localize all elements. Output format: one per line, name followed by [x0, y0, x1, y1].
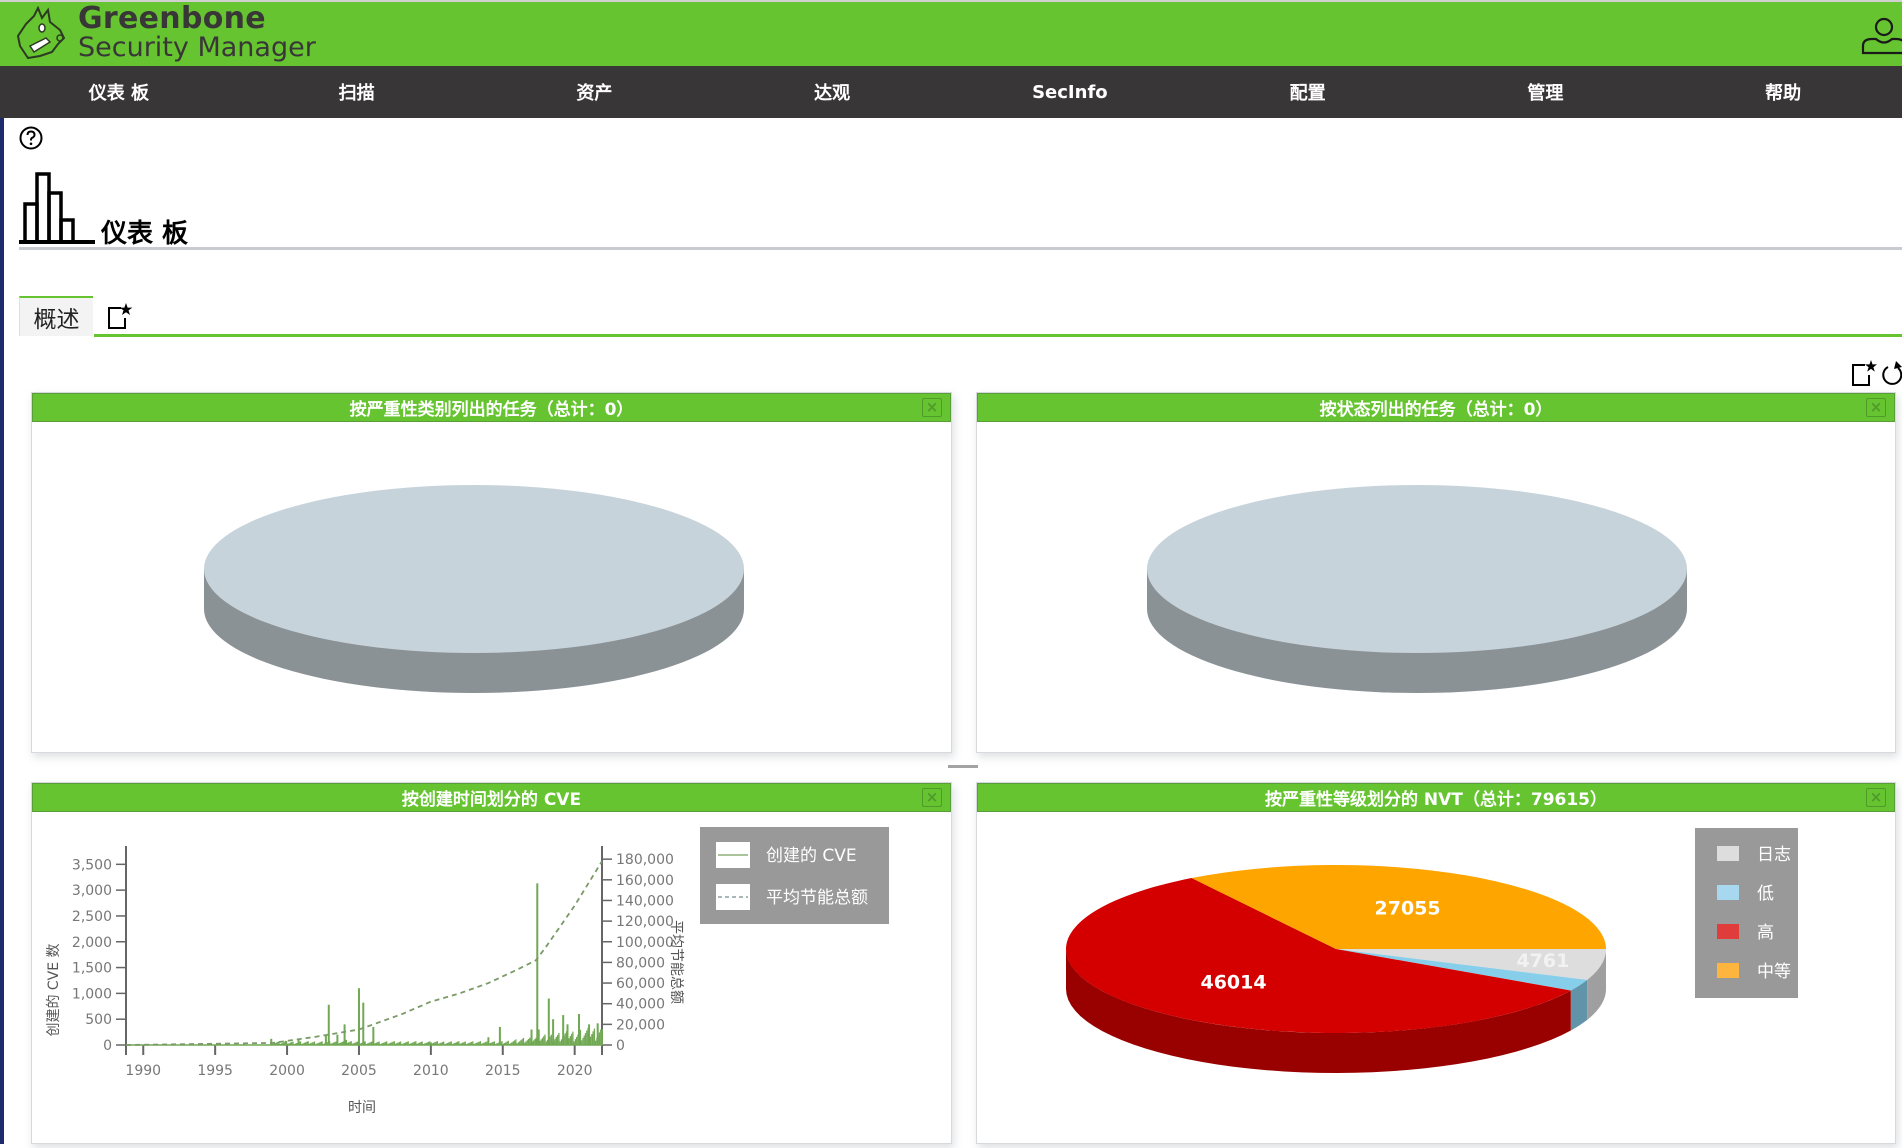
pie-empty-top [204, 485, 744, 653]
empty-pie-chart [204, 485, 744, 693]
legend-label: 中等 [1757, 962, 1791, 982]
panel-title: 按状态列出的任务（总计：0） [1319, 400, 1553, 420]
panel-title: 按创建时间划分的 CVE [401, 790, 582, 810]
legend-swatch [1717, 885, 1739, 900]
panel-title: 按严重性等级划分的 NVT（总计：79615） [1264, 790, 1608, 810]
y-tick-label: 3,500 [72, 857, 112, 873]
panel-header[interactable]: 按创建时间划分的 CVE × [32, 783, 951, 812]
chart-legend: 创建的 CVE 平均节能总额 [700, 827, 889, 924]
nav-administration[interactable]: 管理 [1427, 66, 1665, 118]
panel-body [32, 422, 951, 752]
x-tick-label: 2010 [413, 1063, 449, 1079]
main-nav: 仪表 板 扫描 资产 达观 SecInfo 配置 管理 帮助 [0, 66, 1902, 118]
y-tick-label: 1,500 [72, 961, 112, 977]
panel-header[interactable]: 按严重性等级划分的 NVT（总计：79615） × [977, 783, 1895, 812]
pie-data-label: 4761 [1516, 950, 1569, 972]
y2-axis-title: 平均节能总额 [668, 920, 684, 1004]
window-edge [0, 118, 4, 1144]
close-icon[interactable]: × [1866, 398, 1886, 417]
new-dashboard-icon[interactable] [107, 302, 133, 330]
y2-tick-label: 60,000 [616, 976, 665, 992]
reset-dashboard-icon[interactable] [1882, 358, 1902, 386]
y-tick-label: 500 [85, 1012, 112, 1028]
y2-tick-label: 100,000 [616, 935, 674, 951]
close-icon[interactable]: × [1866, 788, 1886, 807]
nav-secinfo[interactable]: SecInfo [951, 66, 1189, 118]
panel-body: 0 500 1,000 1,500 2,000 2,500 3,000 3,500 0 20,00… [32, 812, 951, 1143]
add-display-icon[interactable] [1852, 360, 1878, 386]
greenbone-logo-icon [16, 6, 66, 60]
panel-header[interactable]: 按严重性类别列出的任务（总计：0） × [32, 393, 951, 422]
y2-tick-label: 140,000 [616, 893, 674, 909]
panel-body: 4761 46014 27055 日志低高中等 [977, 812, 1895, 1143]
page-title: 仪表 板 [101, 219, 189, 249]
x-tick-label: 1990 [125, 1063, 161, 1079]
nav-assets[interactable]: 资产 [476, 66, 714, 118]
y-tick-label: 2,000 [72, 935, 112, 951]
tab-overview[interactable]: 概述 [19, 296, 93, 336]
legend-label: 高 [1757, 923, 1774, 943]
nav-dashboard[interactable]: 仪表 板 [0, 66, 238, 118]
y2-tick-label: 120,000 [616, 914, 674, 930]
panel-body [977, 422, 1895, 752]
panel-tasks-by-status: 按状态列出的任务（总计：0） × [976, 392, 1896, 753]
y-axis-title: 创建的 CVE 数 [46, 943, 62, 1036]
legend-label: 低 [1757, 884, 1774, 904]
nav-resilience[interactable]: 达观 [713, 66, 951, 118]
legend-swatch [1717, 963, 1739, 978]
dashboard-icon [19, 172, 95, 244]
y2-tick-label: 40,000 [616, 997, 665, 1013]
row-resize-handle[interactable] [948, 765, 978, 768]
y2-tick-label: 20,000 [616, 1017, 665, 1033]
y2-tick-label: 180,000 [616, 852, 674, 868]
pie-empty-top [1147, 485, 1687, 653]
x-tick-label: 2000 [269, 1063, 305, 1079]
panel-cves-by-creation-time: 按创建时间划分的 CVE × 0 500 1,000 1,500 2,000 2,500 3… [31, 782, 952, 1144]
brand-subtitle: Security Manager [78, 32, 316, 63]
brand: Greenbone Security Manager [78, 1, 316, 63]
close-icon[interactable]: × [922, 398, 942, 417]
help-icon[interactable] [19, 126, 43, 150]
panel-title: 按严重性类别列出的任务（总计：0） [349, 400, 634, 420]
dashboard-tabs: 概述 [19, 296, 1902, 337]
nav-scans[interactable]: 扫描 [238, 66, 476, 118]
x-tick-label: 1995 [197, 1063, 233, 1079]
title-divider [19, 247, 1902, 250]
pie-data-label: 27055 [1375, 898, 1441, 920]
cve-line-chart: 0 500 1,000 1,500 2,000 2,500 3,000 3,500 0 20,00… [46, 827, 889, 1116]
x-tick-label: 2020 [557, 1063, 593, 1079]
legend-label: 日志 [1757, 845, 1791, 865]
x-axis-title: 时间 [348, 1100, 376, 1116]
legend-label-cumulative: 平均节能总额 [766, 888, 868, 908]
x-tick-label: 2005 [341, 1063, 377, 1079]
close-icon[interactable]: × [922, 788, 942, 807]
y2-tick-label: 0 [616, 1038, 625, 1054]
tab-underline [94, 334, 1902, 337]
empty-pie-chart [1147, 485, 1687, 693]
y-tick-label: 0 [103, 1038, 112, 1054]
nav-help[interactable]: 帮助 [1664, 66, 1902, 118]
legend-swatch [1717, 924, 1739, 939]
nvt-pie-chart: 4761 46014 27055 日志低高中等 [1065, 828, 1798, 1073]
x-tick-label: 2015 [485, 1063, 521, 1079]
brand-name: Greenbone [78, 1, 266, 36]
legend-label-created-cve: 创建的 CVE [766, 846, 857, 866]
y2-tick-label: 160,000 [616, 873, 674, 889]
panel-header[interactable]: 按状态列出的任务（总计：0） × [977, 393, 1895, 422]
top-bar: Greenbone Security Manager [0, 0, 1902, 66]
y-tick-label: 3,000 [72, 883, 112, 899]
panel-nvts-by-severity: 按严重性等级划分的 NVT（总计：79615） × 4761 46014 27055… [976, 782, 1896, 1144]
user-icon[interactable] [1860, 16, 1902, 56]
chart-legend: 日志低高中等 [1695, 828, 1798, 998]
panel-tasks-by-severity: 按严重性类别列出的任务（总计：0） × [31, 392, 952, 753]
legend-swatch [1717, 846, 1739, 861]
y-tick-label: 1,000 [72, 986, 112, 1002]
y-tick-label: 2,500 [72, 909, 112, 925]
pie-data-label: 46014 [1200, 971, 1266, 993]
y2-tick-label: 80,000 [616, 955, 665, 971]
nav-configuration[interactable]: 配置 [1189, 66, 1427, 118]
